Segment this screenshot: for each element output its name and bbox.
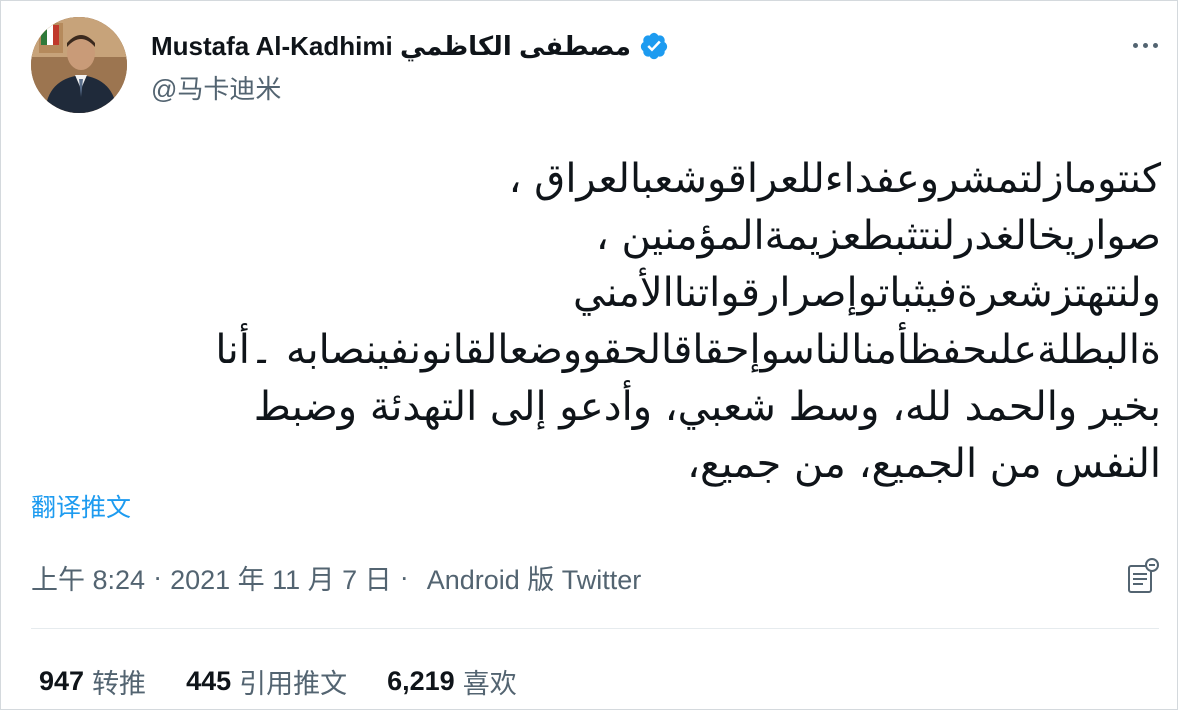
- divider: [31, 628, 1159, 629]
- tweet-source[interactable]: Android 版 Twitter: [427, 558, 642, 597]
- tweet-text-line: كنتومازلتمشروعفداءللعراقوشعبالعراق ،: [508, 156, 1161, 202]
- meta-separator: ·: [153, 561, 163, 592]
- likes-stat[interactable]: 6,219 喜欢: [387, 662, 517, 701]
- quotes-count: 445: [186, 665, 232, 696]
- tweet-text-line: بخير والحمد لله، وسط شعبي، وأدعو إلى الت…: [253, 384, 1161, 430]
- meta-separator: ·: [399, 561, 409, 592]
- quotes-stat[interactable]: 445 引用推文: [186, 662, 347, 701]
- avatar-image: [31, 17, 127, 113]
- tweet-text-line: ولنتهتزشعرةفيثباتوإصرارقواتناالأمني: [572, 270, 1161, 316]
- tweet-text-line: ةالبطلةعلىحفظأمنالناسوإحقاقالحقووضعالقان…: [215, 327, 1161, 373]
- retweets-count: 947: [39, 665, 85, 696]
- verified-badge-icon: [639, 31, 669, 61]
- tweet-date[interactable]: 2021 年 11 月 7 日: [170, 558, 392, 597]
- translate-tweet-link[interactable]: 翻译推文: [31, 488, 131, 524]
- retweets-stat[interactable]: 947 转推: [39, 662, 146, 701]
- retweets-label: 转推: [92, 668, 147, 699]
- more-dot: [1132, 42, 1138, 48]
- tweet-text-line: النفس من الجميع، من جميع،: [687, 441, 1161, 487]
- more-dot: [1152, 42, 1158, 48]
- quotes-label: 引用推文: [239, 668, 348, 699]
- more-options-icon[interactable]: [1125, 31, 1165, 59]
- likes-label: 喜欢: [462, 668, 517, 699]
- likes-count: 6,219: [387, 665, 455, 696]
- author-handle[interactable]: @马卡迪米: [151, 69, 281, 106]
- avatar[interactable]: [31, 17, 127, 113]
- tweet-text: كنتومازلتمشروعفداءللعراقوشعبالعراق ، صوا…: [31, 151, 1161, 493]
- tweet-text-line: صواريخالغدرلنتثبطعزيمةالمؤمنين ،: [595, 213, 1161, 259]
- tweet-time[interactable]: 上午 8:24: [31, 558, 145, 597]
- tweet-analytics-icon[interactable]: [1121, 556, 1163, 598]
- more-dot: [1142, 42, 1148, 48]
- author-display-name[interactable]: Mustafa Al-Kadhimi مصطفى الكاظمي: [151, 31, 631, 62]
- tweet-stats: 947 转推 445 引用推文 6,219 喜欢: [39, 661, 557, 701]
- tweet-card: Mustafa Al-Kadhimi مصطفى الكاظمي @马卡迪米 ك…: [0, 0, 1178, 710]
- author-name-row: Mustafa Al-Kadhimi مصطفى الكاظمي: [151, 27, 669, 65]
- tweet-metadata: 上午 8:24 · 2021 年 11 月 7 日 · Android 版 Tw…: [31, 557, 641, 597]
